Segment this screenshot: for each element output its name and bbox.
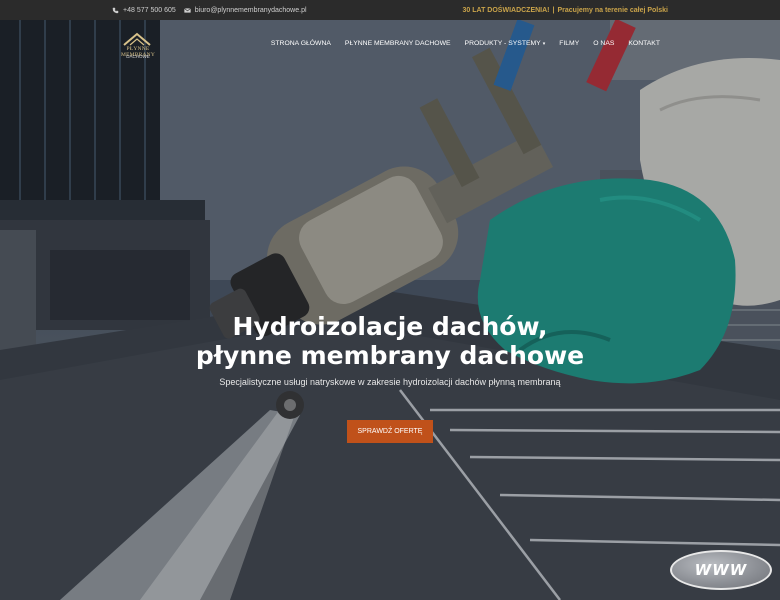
hero-section: PŁYNNE MEMBRANY DACHOWE STRONA GŁÓWNA PŁ…	[0, 20, 780, 600]
site-logo[interactable]: PŁYNNE MEMBRANY DACHOWE	[110, 32, 166, 72]
tagline-experience: 30 LAT DOŚWIADCZENIA!	[462, 6, 550, 14]
contact-info: +48 577 500 605 biuro@plynnemembranydach…	[112, 0, 307, 20]
phone-icon	[112, 7, 119, 13]
nav-item-contact[interactable]: KONTAKT	[628, 40, 660, 47]
nav-item-products[interactable]: PRODUKTY - SYSTEMY ▾	[465, 40, 546, 47]
tagline-coverage: Pracujemy na terenie całej Polski	[557, 6, 668, 14]
hero-subtitle: Specjalistyczne usługi natryskowe w zakr…	[219, 377, 561, 387]
www-badge-label: WWW	[694, 561, 748, 579]
nav-item-about[interactable]: O NAS	[593, 40, 614, 47]
hero-dark-overlay	[0, 20, 780, 600]
chevron-down-icon: ▾	[542, 41, 546, 47]
email-address: biuro@plynnemembranydachowe.pl	[194, 6, 307, 14]
top-contact-bar: +48 577 500 605 biuro@plynnemembranydach…	[0, 0, 780, 20]
main-navigation: STRONA GŁÓWNA PŁYNNE MEMBRANY DACHOWE PR…	[271, 40, 660, 47]
check-offer-button[interactable]: SPRAWDŹ OFERTĘ	[347, 420, 433, 443]
envelope-icon	[183, 7, 191, 13]
phone-number: +48 577 500 605	[123, 6, 176, 14]
phone-link[interactable]: +48 577 500 605	[112, 7, 176, 14]
hero-title-line-2: płynne membrany dachowe	[195, 341, 585, 370]
tagline-separator: |	[552, 6, 555, 14]
hero-title: Hydroizolacje dachów, płynne membrany da…	[0, 312, 780, 370]
hero-title-line-1: Hydroizolacje dachów,	[232, 312, 548, 341]
nav-item-liquid-membranes[interactable]: PŁYNNE MEMBRANY DACHOWE	[345, 40, 451, 47]
roof-logo-icon	[123, 32, 151, 46]
logo-subtitle: DACHOWE	[126, 54, 150, 59]
nav-item-products-label: PRODUKTY - SYSTEMY	[464, 40, 541, 47]
email-link[interactable]: biuro@plynnemembranydachowe.pl	[183, 6, 307, 14]
tagline: 30 LAT DOŚWIADCZENIA! | Pracujemy na ter…	[463, 0, 668, 20]
www-badge[interactable]: WWW	[670, 550, 772, 590]
nav-item-home[interactable]: STRONA GŁÓWNA	[271, 40, 331, 47]
nav-item-films[interactable]: FILMY	[559, 40, 579, 47]
